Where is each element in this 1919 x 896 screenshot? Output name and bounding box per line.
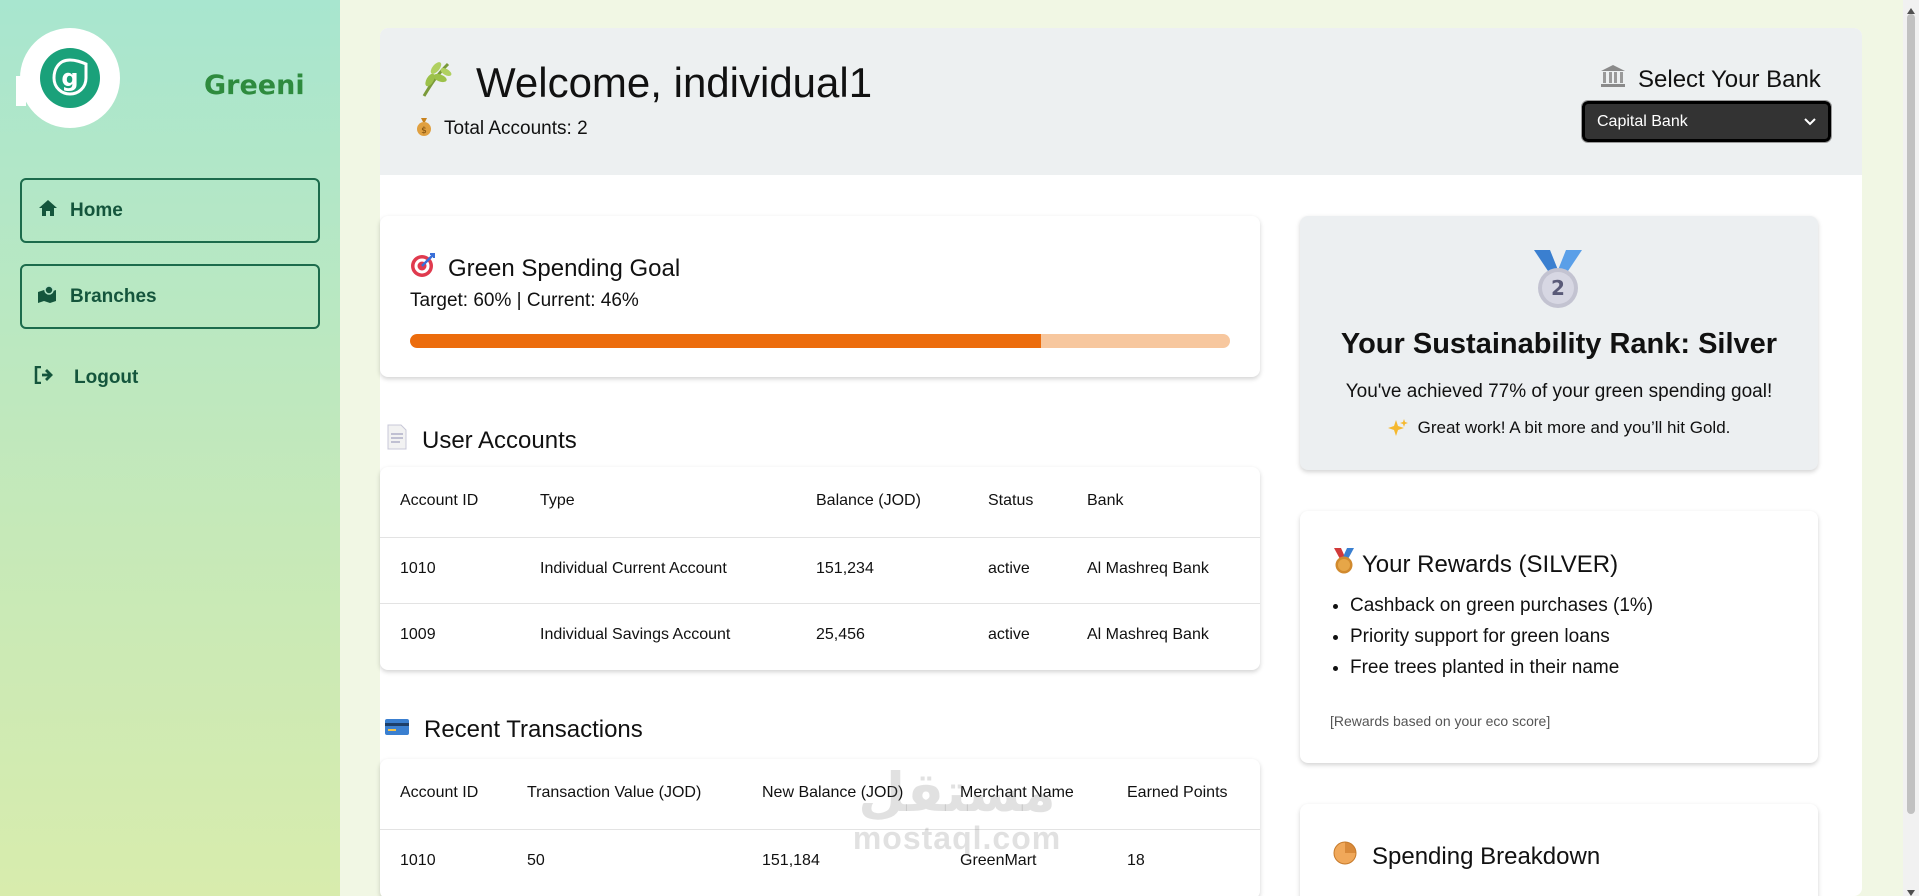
money-bag-icon: $ [414, 116, 434, 142]
logout-icon [34, 365, 54, 390]
table-cell: 25,456 [816, 626, 865, 643]
goal-progress-fill [410, 334, 1042, 348]
document-icon [386, 424, 408, 457]
scroll-down-icon[interactable] [1906, 884, 1916, 896]
svg-text:g: g [61, 64, 78, 92]
rewards-footnote: [Rewards based on your eco score] [1330, 713, 1551, 729]
medal-icon [1332, 547, 1356, 582]
table-cell: 1010 [400, 560, 436, 577]
rank-note: Great work! A bit more and you’ll hit Go… [1300, 418, 1818, 443]
table-cell: 1010 [400, 852, 436, 869]
recent-transactions-title: Recent Transactions [384, 716, 643, 744]
column-header: Account ID [400, 784, 479, 801]
svg-text:2: 2 [1551, 276, 1565, 300]
table-cell: 1009 [400, 626, 436, 643]
table-cell: active [988, 626, 1030, 643]
row-divider [380, 603, 1260, 604]
rank-title: Your Sustainability Rank: Silver [1340, 328, 1778, 360]
bank-icon [1600, 64, 1626, 95]
rank-subtitle: You've achieved 77% of your green spendi… [1345, 381, 1773, 402]
table-cell: Al Mashreq Bank [1087, 626, 1209, 643]
page-title: Welcome, individual1 [416, 58, 872, 108]
list-item: Priority support for green loans [1350, 626, 1653, 648]
sidebar-item-label: Home [70, 199, 123, 221]
rewards-list: Cashback on green purchases (1%) Priorit… [1350, 595, 1653, 688]
user-accounts-table: Account ID Type Balance (JOD) Status Ban… [380, 467, 1260, 670]
bank-label: Select Your Bank [1600, 64, 1821, 95]
column-header: Account ID [400, 492, 479, 509]
spending-breakdown-title: Spending Breakdown [1332, 840, 1600, 873]
table-cell: Al Mashreq Bank [1087, 560, 1209, 577]
table-cell: 50 [527, 852, 545, 869]
list-item: Cashback on green purchases (1%) [1350, 595, 1653, 617]
table-cell: active [988, 560, 1030, 577]
sidebar: g Greeni Home Branches Logout [0, 0, 340, 896]
column-header: New Balance (JOD) [762, 784, 904, 801]
sidebar-item-label: Logout [74, 367, 139, 388]
logo[interactable]: g [16, 28, 120, 128]
table-cell: 18 [1127, 852, 1145, 869]
goal-subtitle: Target: 60% | Current: 46% [410, 290, 639, 311]
map-marker-icon [38, 284, 58, 309]
row-divider [380, 537, 1260, 538]
column-header: Bank [1087, 492, 1124, 509]
total-accounts: $ Total Accounts: 2 [414, 116, 588, 142]
credit-card-icon [384, 716, 410, 744]
table-cell: 151,234 [816, 560, 874, 577]
sidebar-item-branches[interactable]: Branches [20, 264, 320, 329]
sustainability-rank-card: 2 Your Sustainability Rank: Silver You'v… [1300, 216, 1818, 470]
column-header: Earned Points [1127, 784, 1228, 801]
target-icon [410, 252, 436, 285]
rewards-title: Your Rewards (SILVER) [1332, 547, 1618, 582]
table-cell: Individual Current Account [540, 560, 727, 577]
green-spending-goal-card: Green Spending Goal Target: 60% | Curren… [380, 216, 1260, 377]
goal-progress-bar [410, 334, 1230, 348]
bank-select[interactable]: Capital Bank [1581, 100, 1832, 143]
pie-chart-icon [1332, 840, 1358, 873]
page-scrollbar[interactable] [1903, 0, 1919, 896]
column-header: Type [540, 492, 575, 509]
recent-transactions-table: Account ID Transaction Value (JOD) New B… [380, 759, 1260, 896]
sidebar-item-logout[interactable]: Logout [34, 365, 139, 390]
sidebar-item-label: Branches [70, 285, 157, 307]
brand-name: Greeni [204, 70, 305, 101]
table-cell: GreenMart [960, 852, 1037, 869]
rewards-card: Your Rewards (SILVER) Cashback on green … [1300, 511, 1818, 763]
home-icon [38, 199, 58, 223]
silver-medal-icon: 2 [1530, 248, 1586, 317]
column-header: Merchant Name [960, 784, 1074, 801]
spending-breakdown-card: Spending Breakdown [1300, 804, 1818, 896]
sidebar-item-home[interactable]: Home [20, 178, 320, 243]
scrollbar-thumb[interactable] [1907, 14, 1915, 814]
bank-select-value: Capital Bank [1597, 112, 1688, 130]
chevron-down-icon [1804, 113, 1816, 131]
table-cell: 151,184 [762, 852, 820, 869]
sparkles-icon [1387, 418, 1408, 443]
goal-title: Green Spending Goal [410, 252, 680, 285]
column-header: Status [988, 492, 1034, 509]
row-divider [380, 829, 1260, 830]
list-item: Free trees planted in their name [1350, 657, 1653, 679]
welcome-text: Welcome, individual1 [476, 59, 873, 106]
table-cell: Individual Savings Account [540, 626, 731, 643]
plant-icon [416, 58, 456, 108]
user-accounts-title: User Accounts [386, 424, 577, 457]
column-header: Transaction Value (JOD) [527, 784, 702, 801]
column-header: Balance (JOD) [816, 492, 921, 509]
svg-text:$: $ [421, 126, 427, 136]
leaf-logo-icon: g [40, 48, 100, 108]
